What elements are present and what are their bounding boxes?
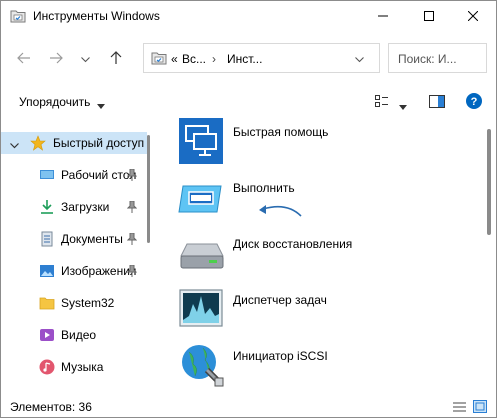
details-view-icon xyxy=(375,95,388,107)
command-bar: Упорядочить ? xyxy=(1,86,496,118)
address-bar[interactable]: « Вс... › Инст... xyxy=(143,43,380,73)
address-overflow[interactable]: « xyxy=(171,52,178,66)
videos-icon xyxy=(39,327,55,343)
large-icons-view-button[interactable] xyxy=(473,400,487,416)
arrow-up-icon xyxy=(110,50,122,68)
run-icon xyxy=(177,176,225,224)
curved-arrow-icon xyxy=(257,202,303,223)
pin-icon xyxy=(126,232,138,248)
breadcrumb-segment[interactable]: Инст... xyxy=(227,52,262,66)
preview-pane-button[interactable] xyxy=(429,95,445,111)
search-input[interactable]: Поиск: И... xyxy=(398,52,457,66)
file-list: Быстрая помощь Выполнить Диск восстановл… xyxy=(161,118,486,396)
recent-locations-button[interactable] xyxy=(77,48,93,70)
nav-item-videos[interactable]: Видео xyxy=(1,324,151,346)
file-label: Диспетчер задач xyxy=(233,293,327,307)
nav-item-label: Документы xyxy=(61,232,123,246)
breadcrumb-segment[interactable]: Вс... xyxy=(182,52,206,66)
nav-item-documents[interactable]: Документы xyxy=(1,228,151,250)
pin-icon xyxy=(126,168,138,184)
sort-button[interactable]: Упорядочить xyxy=(19,95,90,109)
details-view-button[interactable] xyxy=(453,401,466,416)
close-button[interactable] xyxy=(450,1,496,31)
svg-text:?: ? xyxy=(471,96,478,108)
documents-icon xyxy=(39,231,55,247)
preview-pane-icon xyxy=(429,95,445,108)
address-dropdown-button[interactable] xyxy=(355,52,364,66)
forward-button[interactable] xyxy=(45,48,67,70)
star-icon xyxy=(30,135,46,151)
download-icon xyxy=(39,199,55,215)
nav-item-label: System32 xyxy=(61,296,115,310)
file-label: Быстрая помощь xyxy=(233,125,329,139)
nav-item-label: Быстрый доступ xyxy=(53,136,145,150)
file-item[interactable]: Диспетчер задач xyxy=(161,286,481,342)
nav-item-system32[interactable]: System32 xyxy=(1,292,151,314)
nav-item-music[interactable]: Музыка xyxy=(1,356,151,378)
recovery-drive-icon xyxy=(177,230,225,278)
task-manager-icon xyxy=(177,286,225,334)
help-button[interactable]: ? xyxy=(466,93,482,112)
details-view-icon xyxy=(453,402,466,412)
nav-item-label: Изображения xyxy=(61,264,137,278)
nav-item-label: Видео xyxy=(61,328,97,342)
nav-item-pictures[interactable]: Изображения xyxy=(1,260,151,282)
nav-item-label: Музыка xyxy=(61,360,104,374)
file-label: Диск восстановления xyxy=(233,237,353,251)
help-icon: ? xyxy=(466,93,482,109)
iscsi-icon xyxy=(177,342,225,390)
up-button[interactable] xyxy=(105,48,127,70)
nav-item-label: Рабочий стол xyxy=(61,168,137,182)
window-title: Инструменты Windows xyxy=(33,9,160,23)
nav-item-quick-access[interactable]: Быстрый доступ xyxy=(1,132,147,154)
explorer-window: Инструменты Windows « Вс... › Инст... По… xyxy=(0,0,497,418)
title-bar: Инструменты Windows xyxy=(1,1,496,31)
nav-item-desktop[interactable]: Рабочий стол xyxy=(1,164,151,186)
file-item[interactable]: Выполнить xyxy=(161,174,481,230)
search-box[interactable]: Поиск: И... xyxy=(388,43,487,73)
items-count: Элементов: 36 xyxy=(10,400,92,414)
chevron-right-icon: › xyxy=(212,52,216,66)
minimize-button[interactable] xyxy=(360,1,406,31)
chevron-down-icon xyxy=(80,52,90,66)
file-label: Выполнить xyxy=(233,181,295,195)
pictures-icon xyxy=(39,263,55,279)
pin-icon xyxy=(126,264,138,280)
file-item[interactable]: Диск восстановления xyxy=(161,230,481,286)
large-icons-view-icon xyxy=(473,400,487,413)
nav-scrollbar[interactable] xyxy=(147,135,150,243)
tools-folder-icon xyxy=(10,9,26,26)
file-item[interactable]: Быстрая помощь xyxy=(161,118,481,174)
back-button[interactable] xyxy=(13,48,35,70)
music-icon xyxy=(39,359,55,375)
chevron-down-icon[interactable] xyxy=(10,138,19,152)
file-list-scrollbar[interactable] xyxy=(487,129,491,235)
desktop-icon xyxy=(39,167,55,183)
nav-item-downloads[interactable]: Загрузки xyxy=(1,196,151,218)
file-item[interactable]: Инициатор iSCSI xyxy=(161,342,481,396)
pin-icon xyxy=(126,200,138,216)
arrow-left-icon xyxy=(17,52,31,67)
tools-folder-icon xyxy=(151,51,167,68)
nav-item-label: Загрузки xyxy=(61,200,110,214)
caret-down-icon xyxy=(97,98,105,112)
folder-icon xyxy=(39,295,55,311)
quick-assist-icon xyxy=(177,118,225,166)
navigation-pane: Быстрый доступ Рабочий стол Загрузки Док… xyxy=(1,126,151,394)
view-options-button[interactable] xyxy=(375,95,389,111)
arrow-right-icon xyxy=(49,52,63,67)
file-label: Инициатор iSCSI xyxy=(233,349,328,363)
status-bar: Элементов: 36 xyxy=(1,397,496,417)
maximize-button[interactable] xyxy=(406,1,452,31)
caret-down-icon[interactable] xyxy=(399,99,407,113)
